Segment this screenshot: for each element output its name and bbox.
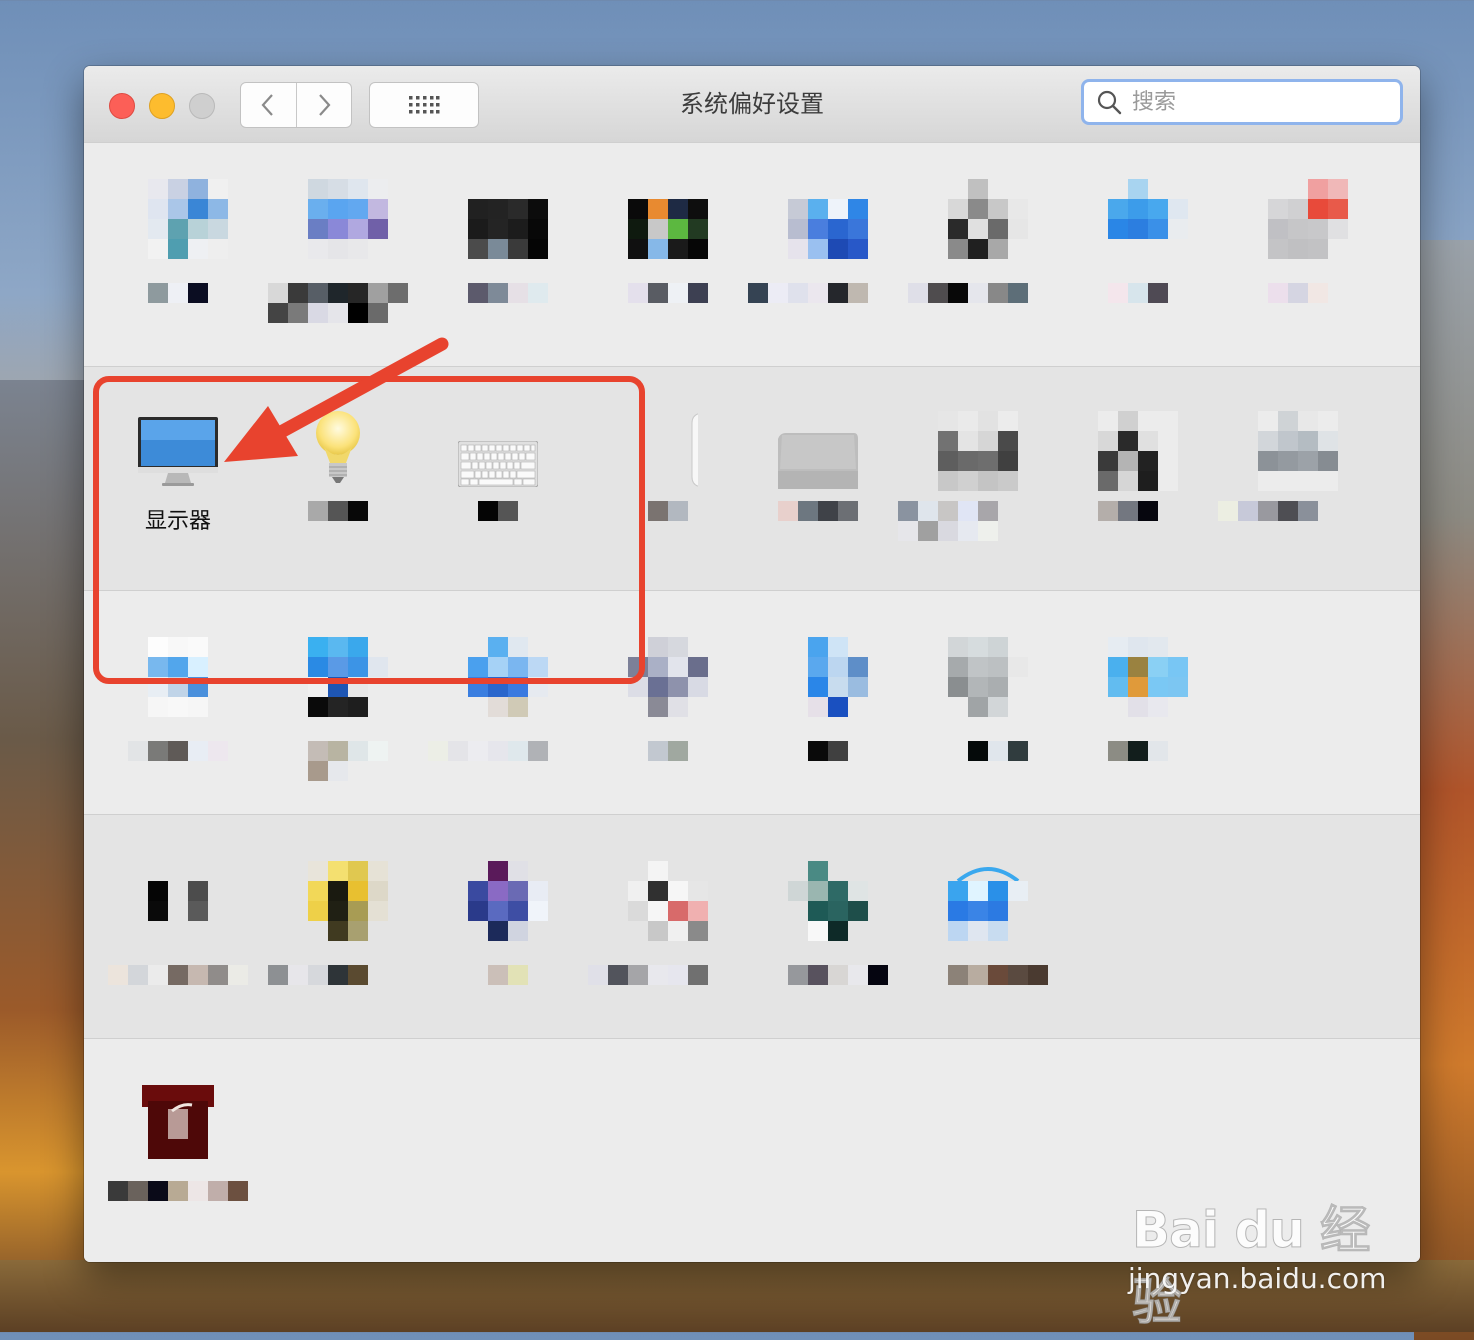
blurred-icon	[1108, 179, 1188, 259]
pane-blurred-8[interactable]	[1228, 179, 1388, 369]
blurred-label	[908, 283, 1028, 303]
blurred-label	[1108, 283, 1168, 303]
blurred-label	[648, 501, 688, 521]
pane-blurred-20[interactable]	[268, 861, 428, 1051]
blurred-label	[1218, 501, 1318, 521]
search-input[interactable]	[1130, 88, 1374, 116]
pane-blurred-7[interactable]	[1068, 179, 1228, 369]
trackpad-icon	[778, 433, 858, 489]
blurred-icon	[788, 637, 868, 717]
blurred-label	[1268, 283, 1328, 303]
blurred-label	[268, 283, 408, 303]
blurred-icon	[1098, 411, 1178, 491]
arrow-annotation	[224, 337, 449, 462]
blurred-icon	[628, 861, 708, 941]
baidu-jingyan-watermark: Bai du 经验 jingyan.baidu.com	[1128, 1170, 1398, 1332]
blurred-label	[128, 741, 228, 761]
blurred-icon	[788, 179, 868, 259]
blurred-label	[268, 303, 388, 323]
pane-blurred-25[interactable]	[108, 1085, 268, 1262]
blurred-label	[898, 501, 998, 521]
blurred-icon	[948, 637, 1028, 717]
blurred-label	[308, 741, 388, 761]
search-field[interactable]	[1081, 79, 1403, 125]
blurred-icon	[468, 179, 548, 259]
pane-trackpad[interactable]	[738, 411, 898, 601]
blurred-icon	[628, 179, 708, 259]
pane-blurred-16[interactable]	[748, 637, 908, 827]
window-title: 系统偏好设置	[680, 90, 824, 118]
blurred-icon	[142, 1085, 214, 1159]
blurred-icon	[1268, 179, 1348, 259]
blurred-label	[628, 283, 708, 303]
blurred-icon	[1258, 411, 1338, 491]
blurred-label	[748, 283, 868, 303]
blurred-label	[1098, 501, 1158, 521]
blurred-icon	[1108, 637, 1188, 717]
pane-section-system	[84, 814, 1420, 1039]
navigation-buttons	[240, 82, 352, 128]
blurred-label	[588, 965, 708, 985]
minimize-button[interactable]	[149, 93, 175, 119]
blurred-label	[788, 965, 888, 985]
pane-blurred-6[interactable]	[908, 179, 1068, 369]
blurred-label	[108, 1181, 248, 1201]
forward-button[interactable]	[295, 83, 352, 127]
pane-blurred-24[interactable]	[908, 861, 1068, 1051]
zoom-button[interactable]	[189, 93, 215, 119]
watermark-url: jingyan.baidu.com	[1128, 1262, 1387, 1295]
blurred-icon	[948, 867, 1028, 941]
blurred-icon	[308, 861, 388, 941]
blurred-label	[948, 965, 1048, 985]
search-icon	[1097, 90, 1122, 115]
blurred-label	[808, 741, 848, 761]
blurred-label	[968, 741, 1028, 761]
blurred-label	[308, 761, 348, 781]
pane-blurred-4[interactable]	[588, 179, 748, 369]
blurred-icon	[948, 179, 1028, 259]
show-all-button[interactable]	[369, 82, 479, 128]
pane-blurred-10[interactable]	[1058, 411, 1218, 601]
blurred-icon	[938, 411, 1018, 491]
window-titlebar: 系统偏好设置	[84, 66, 1420, 143]
chevron-right-icon	[318, 94, 331, 116]
blurred-label	[778, 501, 858, 521]
blurred-icon	[468, 861, 548, 941]
desktop-wallpaper-right	[1414, 240, 1474, 1340]
chevron-left-icon	[261, 94, 274, 116]
blurred-label	[428, 741, 548, 761]
blurred-label	[468, 283, 548, 303]
pane-blurred-5[interactable]	[748, 179, 908, 369]
blurred-label	[108, 965, 248, 985]
blurred-label	[268, 965, 368, 985]
blurred-icon	[148, 179, 228, 259]
pane-blurred-23[interactable]	[748, 861, 908, 1051]
blurred-icon	[308, 179, 388, 259]
grid-icon	[409, 96, 440, 114]
pane-blurred-11[interactable]	[1218, 411, 1378, 601]
blurred-label	[1108, 741, 1168, 761]
blurred-label	[148, 283, 208, 303]
pane-blurred-18[interactable]	[1068, 637, 1228, 827]
blurred-label	[648, 741, 688, 761]
back-button[interactable]	[241, 83, 296, 127]
desktop-wallpaper-left	[0, 380, 90, 1280]
pane-blurred-22[interactable]	[588, 861, 748, 1051]
blurred-icon	[148, 861, 228, 941]
close-button[interactable]	[109, 93, 135, 119]
pane-blurred-21[interactable]	[428, 861, 588, 1051]
blurred-label	[898, 521, 998, 541]
pane-blurred-19[interactable]	[108, 861, 268, 1051]
blurred-label	[488, 965, 528, 985]
pane-blurred-9[interactable]	[898, 411, 1058, 601]
pane-blurred-17[interactable]	[908, 637, 1068, 827]
blurred-icon	[788, 861, 868, 941]
